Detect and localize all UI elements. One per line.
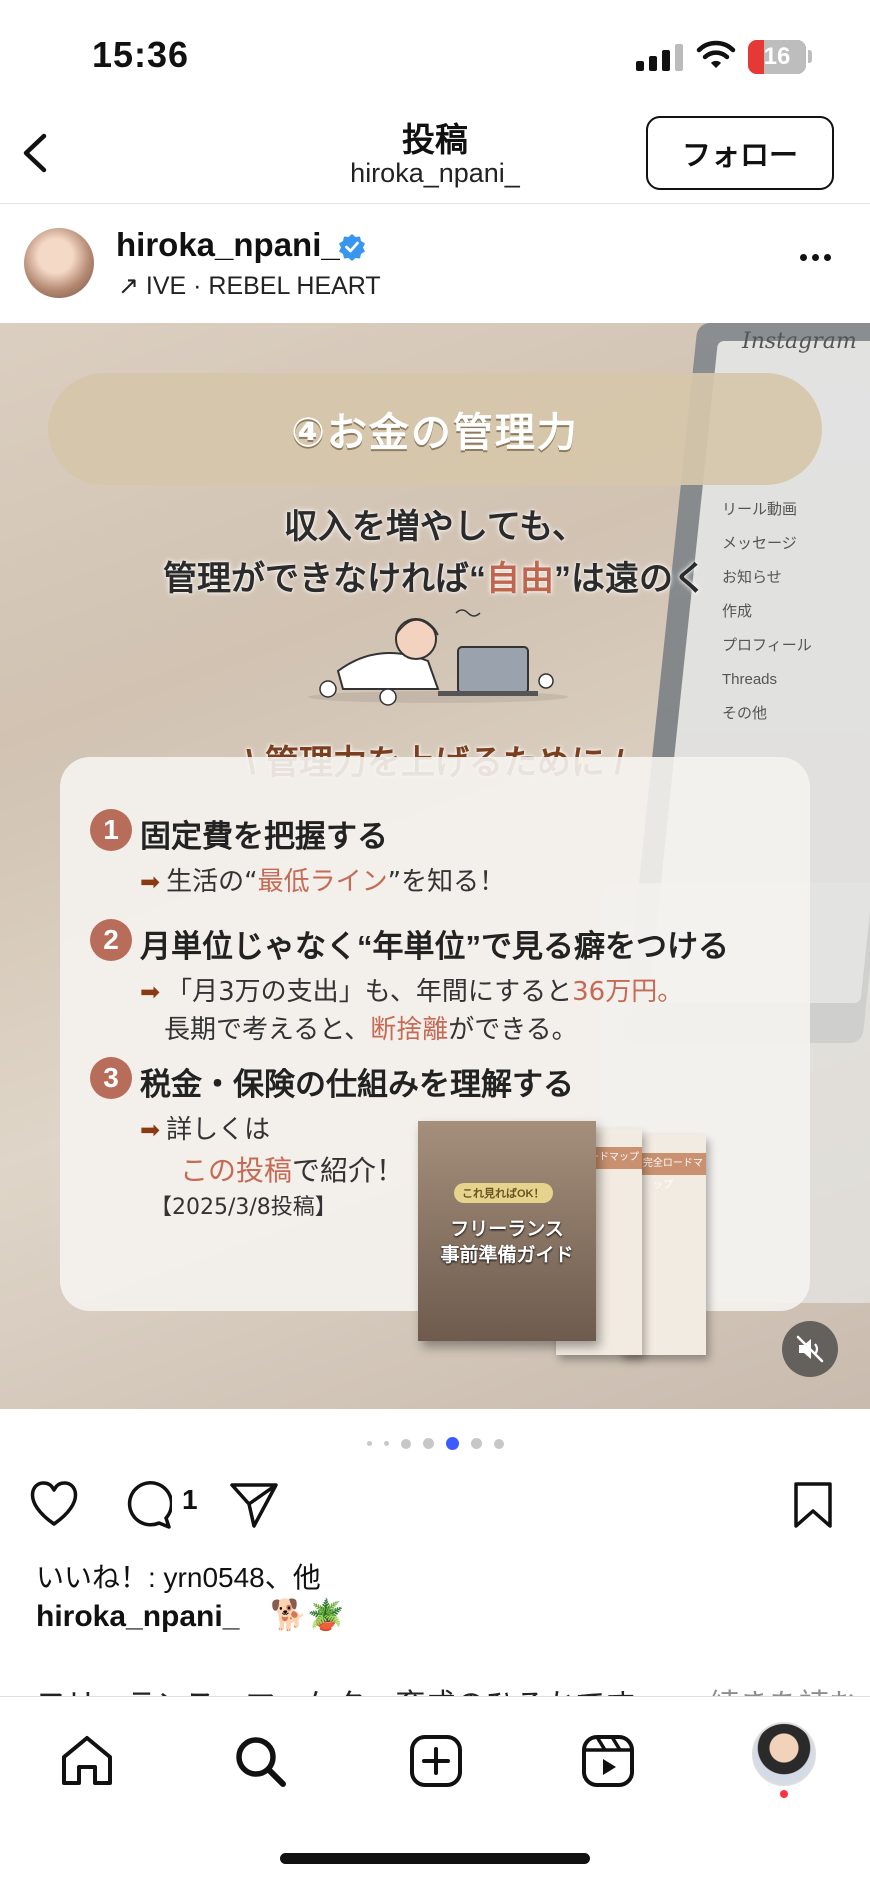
guide-badge: これ見ればOK！ <box>454 1183 553 1203</box>
screen-menu-item: その他 <box>722 705 768 722</box>
tip-heading: 税金・保険の仕組みを理解する <box>140 1067 574 1102</box>
search-icon[interactable] <box>232 1733 288 1789</box>
speaker-muted-icon <box>796 1335 824 1363</box>
more-options-icon[interactable] <box>800 254 831 261</box>
post-music-label[interactable]: ↗ IVE · REBEL HEART <box>118 271 381 301</box>
tip-detail: ➡ 詳しくは <box>140 1115 271 1145</box>
tip-number: 1 <box>90 809 132 851</box>
slide-intro: 収入を増やしても、 管理ができなければ“自由”は遠のく <box>0 501 870 605</box>
battery-icon: 16 <box>748 40 806 74</box>
tip-detail-2: この投稿で紹介！ <box>180 1154 405 1187</box>
carousel-dot <box>383 1441 389 1446</box>
tip-number: 3 <box>90 1057 132 1099</box>
intro-line-1: 収入を増やしても、 <box>283 508 587 546</box>
caption-emoji: 🐕🪴 <box>270 1599 345 1632</box>
carousel-dot <box>470 1438 482 1449</box>
screen-menu-item: Threads <box>722 671 778 688</box>
tip-number: 2 <box>90 919 132 961</box>
screen-brand-text: Instagram <box>742 329 857 354</box>
tired-person-illustration <box>308 609 568 706</box>
post-username[interactable]: hiroka_npani_ <box>116 226 340 264</box>
header-divider <box>0 203 870 204</box>
follow-button[interactable]: フォロー <box>646 116 834 190</box>
carousel-indicator <box>0 1437 870 1450</box>
screen-menu-item: プロフィール <box>722 637 812 654</box>
carousel-dot <box>493 1438 504 1449</box>
post-image[interactable]: Instagram リール動画 メッセージ お知らせ 作成 プロフィール Thr… <box>0 323 870 1409</box>
home-icon[interactable] <box>58 1733 116 1789</box>
tip-detail: ➡ 「月3万の支出」も、年間にすると36万円。 <box>140 977 684 1007</box>
notification-dot <box>780 1790 788 1798</box>
home-indicator <box>280 1853 590 1864</box>
status-time: 15:36 <box>92 34 190 75</box>
guide-thumbnail: これ見ればOK！ フリーランス 事前準備ガイド <box>418 1121 596 1341</box>
intro-line-2: 管理ができなければ“自由”は遠のく <box>163 560 707 598</box>
wifi-icon <box>696 40 736 68</box>
share-button[interactable] <box>228 1480 280 1530</box>
carousel-dot <box>445 1437 459 1450</box>
create-icon[interactable] <box>408 1733 464 1789</box>
cellular-signal-icon <box>636 44 683 71</box>
slide-title: ④お金の管理力 <box>48 373 822 485</box>
profile-avatar[interactable] <box>752 1722 816 1786</box>
carousel-dot <box>366 1441 372 1446</box>
comment-button[interactable] <box>122 1480 172 1530</box>
verified-badge-icon <box>339 234 365 261</box>
caption-username[interactable]: hiroka_npani_ <box>36 1600 239 1634</box>
tip-detail-2: 長期で考えると、断捨離ができる。 <box>164 1015 578 1045</box>
save-button[interactable] <box>792 1480 834 1530</box>
arrow-right-icon: ➡ <box>140 978 161 1006</box>
post-author-avatar[interactable] <box>24 228 94 298</box>
likes-text[interactable]: いいね！: yrn0548、他 <box>36 1556 321 1596</box>
arrow-right-icon: ➡ <box>140 1116 161 1144</box>
carousel-dot <box>400 1438 411 1449</box>
tip-heading: 固定費を把握する <box>140 819 388 854</box>
like-button[interactable] <box>28 1480 80 1528</box>
battery-level: 16 <box>763 43 791 70</box>
carousel-dot <box>422 1438 434 1449</box>
tip-detail: ➡ 生活の“最低ライン”を知る！ <box>140 867 506 897</box>
reels-icon[interactable] <box>580 1733 636 1789</box>
battery-tip <box>808 50 812 63</box>
mute-button[interactable] <box>782 1321 838 1377</box>
arrow-right-icon: ➡ <box>140 868 161 896</box>
tip-heading: 月単位じゃなく“年単位”で見る癖をつける <box>140 929 729 964</box>
guide-title: フリーランス 事前準備ガイド <box>440 1219 574 1266</box>
comment-count[interactable]: 1 <box>182 1484 198 1516</box>
tip-date: 【2025/3/8投稿】 <box>150 1195 337 1220</box>
